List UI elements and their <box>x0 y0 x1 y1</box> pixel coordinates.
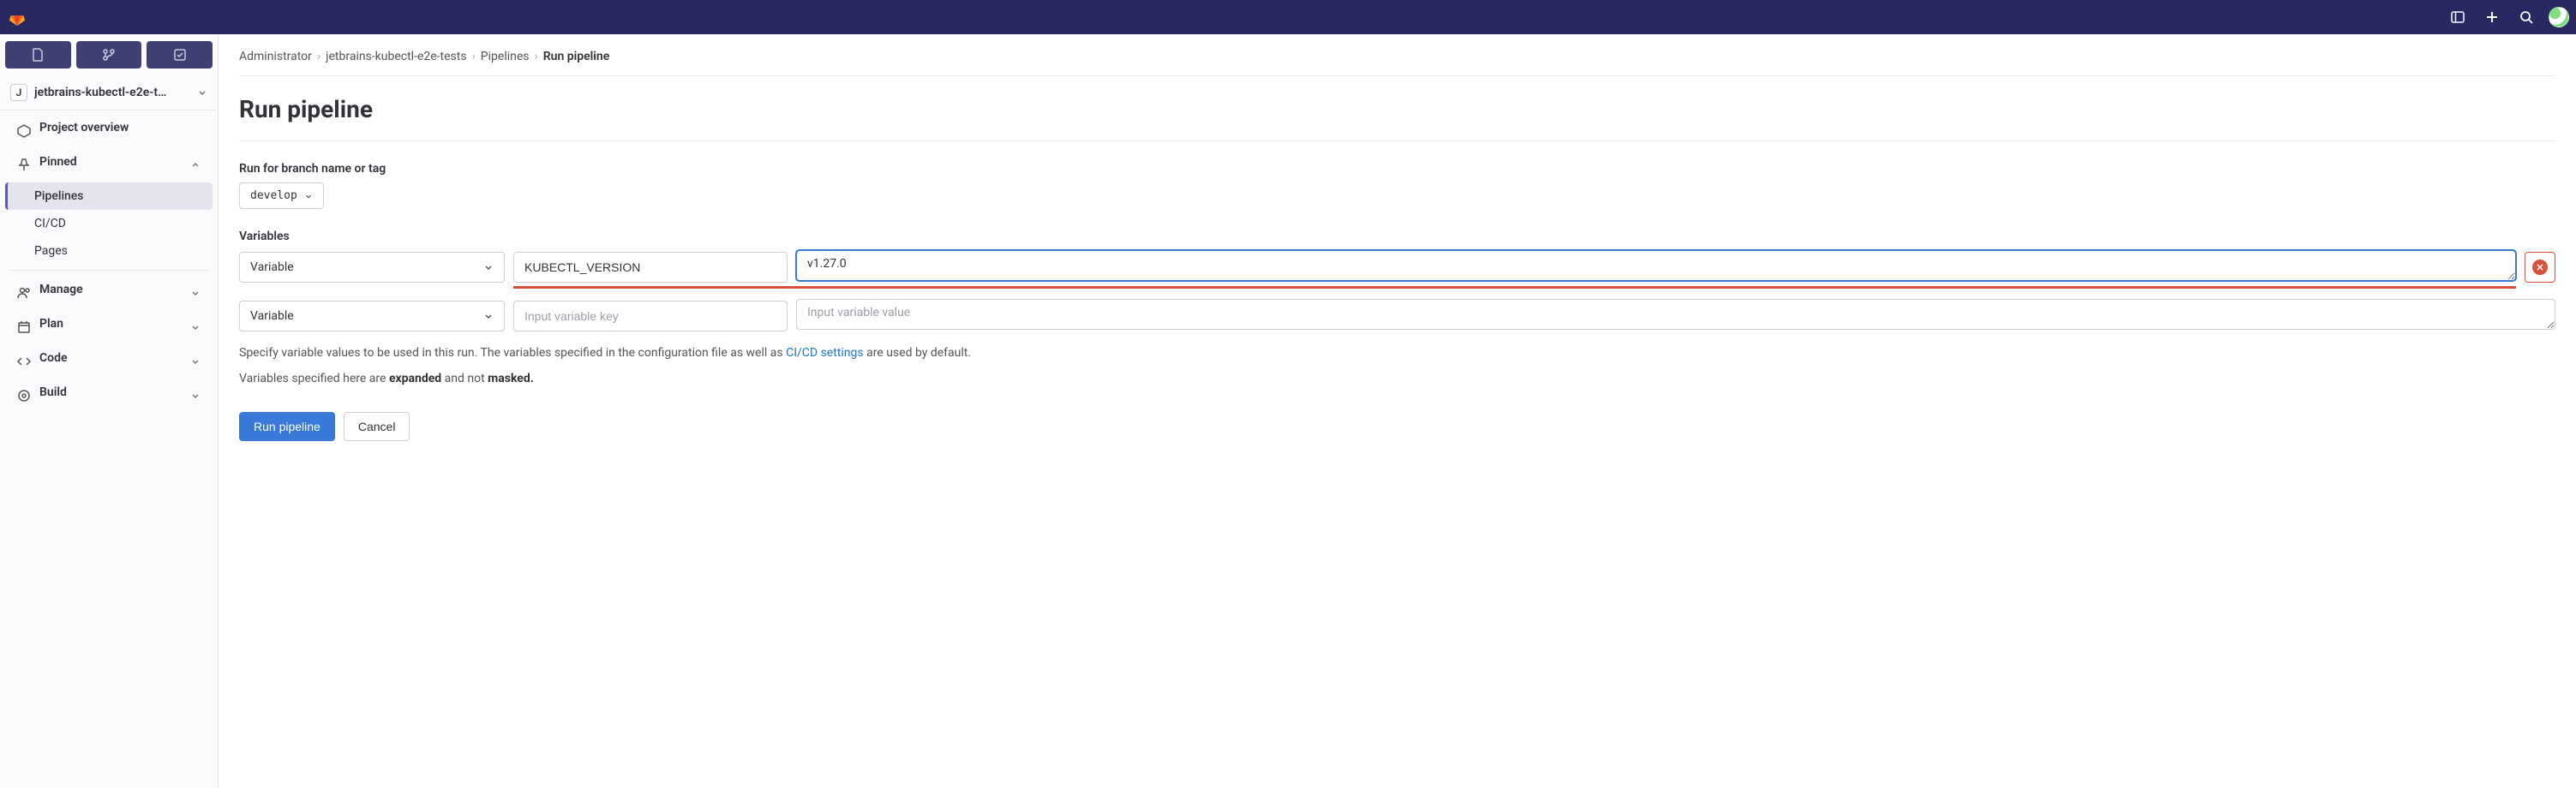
breadcrumb-item[interactable]: jetbrains-kubectl-e2e-tests <box>326 50 466 63</box>
chevron-down-icon <box>190 356 201 367</box>
variable-row: Variable <box>239 299 2555 333</box>
gitlab-logo[interactable] <box>7 7 27 27</box>
close-icon: ✕ <box>2532 260 2548 275</box>
help-text-bold: expanded <box>389 372 441 385</box>
sidebar-item-project-overview[interactable]: Project overview <box>5 114 213 148</box>
variables-label: Variables <box>239 230 2555 243</box>
help-text: Variables specified here are expanded an… <box>239 369 2555 390</box>
help-text: Specify variable values to be used in th… <box>239 343 2555 364</box>
variable-value-input[interactable] <box>796 299 2555 330</box>
breadcrumb-item[interactable]: Pipelines <box>481 50 530 63</box>
action-file-icon[interactable] <box>5 41 71 69</box>
variable-value-input[interactable]: v1.27.0 <box>796 250 2516 281</box>
chevron-down-icon <box>304 192 313 200</box>
help-text-bold: masked. <box>488 372 534 385</box>
help-text-part: are used by default. <box>864 346 971 360</box>
help-text-part: Variables specified here are <box>239 372 389 385</box>
variable-key-input[interactable] <box>513 301 788 331</box>
user-avatar[interactable] <box>2549 7 2569 27</box>
nav-label: Project overview <box>39 121 201 134</box>
button-row: Run pipeline Cancel <box>239 412 2555 441</box>
pin-icon <box>17 158 31 172</box>
sidebar-item-manage[interactable]: Manage <box>5 276 213 310</box>
sidebar-item-pipelines[interactable]: Pipelines <box>5 182 213 210</box>
sidebar-action-row <box>0 34 218 75</box>
chevron-down-icon <box>190 391 201 401</box>
nav-label: Manage <box>39 283 182 296</box>
page-title: Run pipeline <box>239 95 2555 123</box>
sidebar-item-build[interactable]: Build <box>5 379 213 413</box>
run-pipeline-button[interactable]: Run pipeline <box>239 412 335 441</box>
calendar-icon <box>17 320 31 334</box>
sidebar-toggle-icon[interactable] <box>2446 5 2470 29</box>
sidebar-item-plan[interactable]: Plan <box>5 310 213 344</box>
branch-select[interactable]: develop <box>239 182 324 209</box>
main-content: Administrator › jetbrains-kubectl-e2e-te… <box>219 34 2576 788</box>
project-badge: J <box>10 84 27 101</box>
select-value: Variable <box>250 309 294 323</box>
plus-icon[interactable] <box>2480 5 2504 29</box>
help-text-part: Specify variable values to be used in th… <box>239 346 786 360</box>
select-value: Variable <box>250 260 294 274</box>
breadcrumb-item[interactable]: Administrator <box>239 50 312 63</box>
code-icon <box>17 355 31 368</box>
project-selector[interactable]: J jetbrains-kubectl-e2e-t… <box>0 75 218 110</box>
separator <box>9 270 209 271</box>
cicd-settings-link[interactable]: CI/CD settings <box>786 346 864 360</box>
chevron-down-icon <box>483 262 494 272</box>
highlight-underline <box>513 286 2516 289</box>
sidebar-item-cicd[interactable]: CI/CD <box>5 210 213 237</box>
chevron-up-icon <box>190 160 201 170</box>
divider <box>239 140 2555 141</box>
top-navbar <box>0 0 2576 34</box>
sidebar: J jetbrains-kubectl-e2e-t… Project overv… <box>0 34 219 788</box>
variable-type-select[interactable]: Variable <box>239 301 505 331</box>
chevron-down-icon <box>190 322 201 332</box>
breadcrumb: Administrator › jetbrains-kubectl-e2e-te… <box>239 45 2555 76</box>
project-name: jetbrains-kubectl-e2e-t… <box>34 86 190 99</box>
sidebar-item-code[interactable]: Code <box>5 344 213 379</box>
nav-label: Plan <box>39 317 182 331</box>
breadcrumb-separator: › <box>535 50 538 63</box>
nav-label: Build <box>39 385 182 399</box>
breadcrumb-separator: › <box>317 50 321 63</box>
chevron-down-icon <box>190 288 201 298</box>
nav-label: Pinned <box>39 155 182 169</box>
build-icon <box>17 389 31 403</box>
action-merge-icon[interactable] <box>76 41 142 69</box>
breadcrumb-item-current: Run pipeline <box>543 50 610 63</box>
users-icon <box>17 286 31 300</box>
chevron-down-icon <box>197 87 207 98</box>
chevron-down-icon <box>483 311 494 321</box>
branch-label: Run for branch name or tag <box>239 162 2555 176</box>
search-icon[interactable] <box>2514 5 2538 29</box>
variable-row: Variable v1.27.0 ✕ <box>239 250 2555 284</box>
help-text-part: and not <box>441 372 488 385</box>
sidebar-section-pinned[interactable]: Pinned <box>5 148 213 182</box>
remove-variable-button[interactable]: ✕ <box>2525 252 2555 283</box>
branch-value: develop <box>250 189 297 202</box>
sidebar-item-pages[interactable]: Pages <box>5 237 213 265</box>
variable-key-input[interactable] <box>513 252 788 283</box>
cancel-button[interactable]: Cancel <box>344 412 410 441</box>
breadcrumb-separator: › <box>472 50 476 63</box>
nav-label: Code <box>39 351 182 365</box>
action-todo-icon[interactable] <box>147 41 213 69</box>
variable-type-select[interactable]: Variable <box>239 252 505 283</box>
overview-icon <box>17 124 31 138</box>
